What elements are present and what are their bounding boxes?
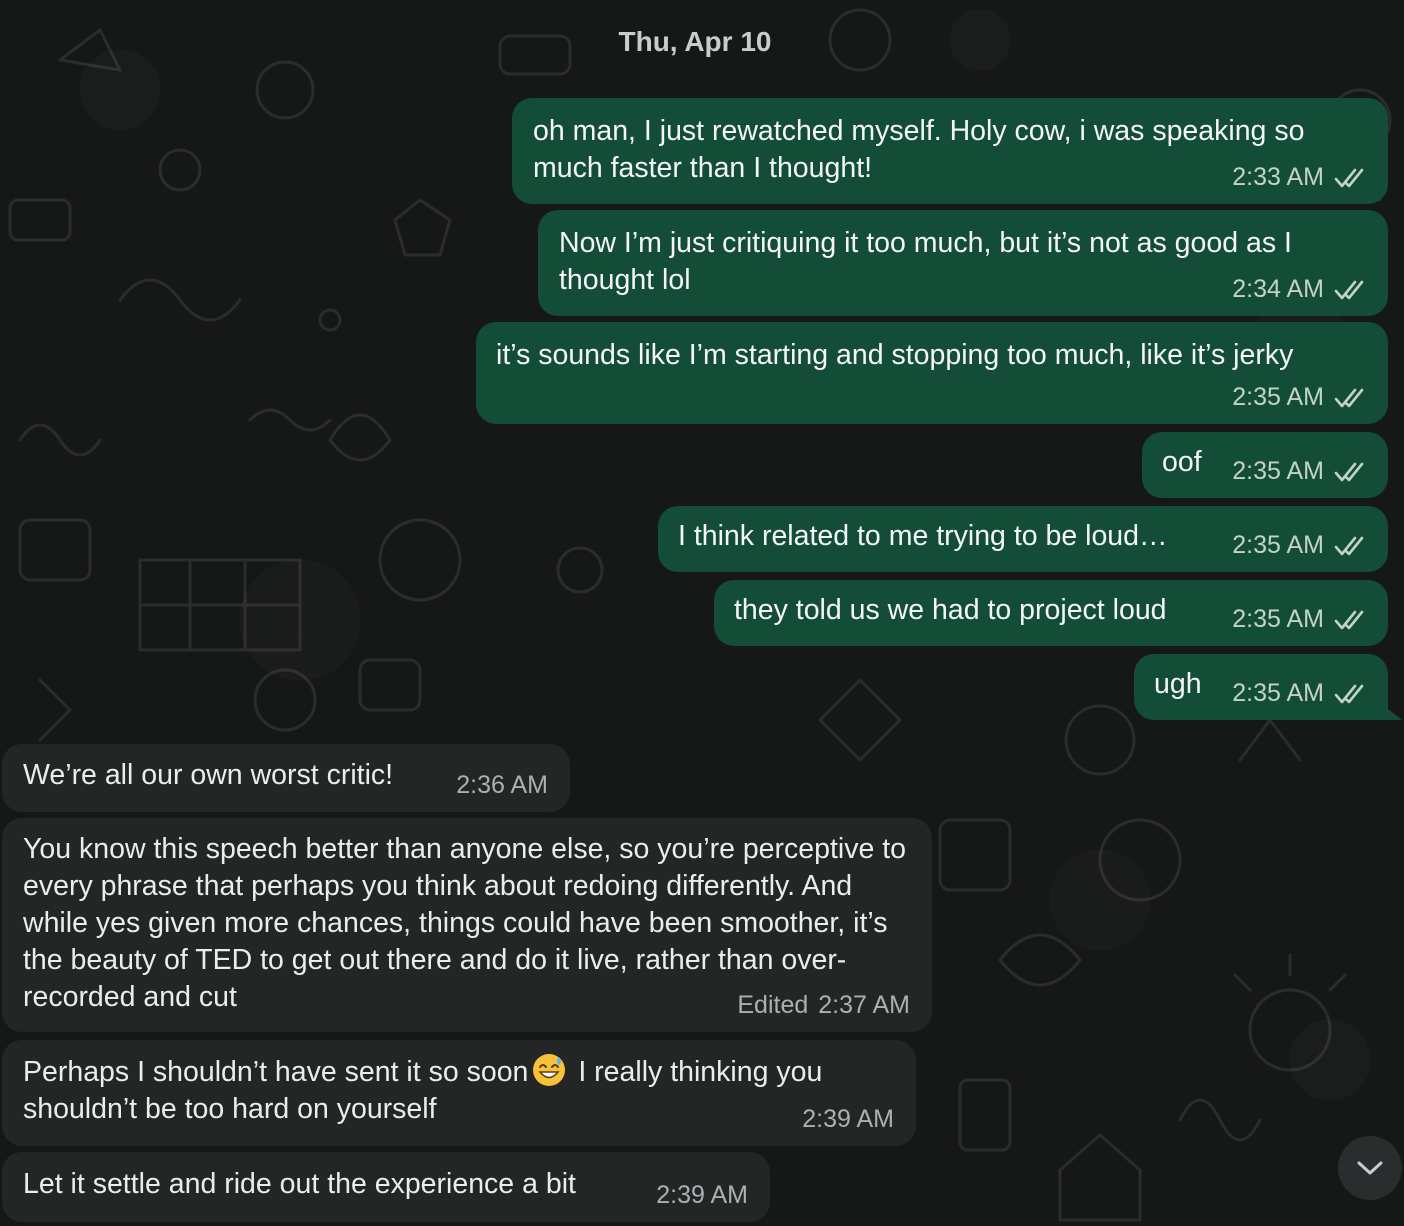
message-text: Perhaps I shouldn’t have sent it so soon… — [23, 1053, 896, 1128]
chevron-down-icon — [1357, 1161, 1383, 1175]
message-meta: 2:36 AM — [456, 767, 548, 804]
message-meta: 2:35 AM — [1232, 527, 1366, 564]
double-check-icon — [1334, 684, 1364, 703]
message-time: 2:36 AM — [456, 771, 548, 799]
chat-window[interactable]: Thu, Apr 10 oh man, I just rewatched mys… — [0, 0, 1404, 1226]
message-time: 2:37 AM — [818, 991, 910, 1019]
outgoing-message[interactable]: I think related to me trying to be loud…… — [658, 506, 1388, 572]
incoming-message[interactable]: You know this speech better than anyone … — [2, 818, 932, 1032]
message-meta: Edited 2:37 AM — [737, 987, 910, 1024]
outgoing-message[interactable]: it’s sounds like I’m starting and stoppi… — [476, 322, 1388, 424]
outgoing-message[interactable]: oof 2:35 AM — [1142, 432, 1388, 498]
double-check-icon — [1334, 280, 1364, 299]
outgoing-message[interactable]: they told us we had to project loud 2:35… — [714, 580, 1388, 646]
outgoing-message[interactable]: ugh 2:35 AM — [1134, 654, 1402, 720]
message-meta: 2:35 AM — [1232, 379, 1366, 416]
double-check-icon — [1334, 536, 1364, 555]
double-check-icon — [1334, 168, 1364, 187]
incoming-message[interactable]: Perhaps I shouldn’t have sent it so soon… — [2, 1040, 916, 1146]
incoming-message[interactable]: We’re all our own worst critic! 2:36 AM — [2, 744, 570, 812]
message-meta: 2:35 AM — [1232, 601, 1366, 638]
message-meta: 2:39 AM — [802, 1101, 894, 1138]
message-text: it’s sounds like I’m starting and stoppi… — [496, 339, 1294, 371]
grinning-face-with-sweat-icon — [533, 1054, 566, 1086]
message-meta: 2:34 AM — [1232, 271, 1366, 308]
message-time: 2:33 AM — [1232, 163, 1324, 191]
message-text: Let it settle and ride out the experienc… — [23, 1168, 576, 1200]
message-time: 2:39 AM — [656, 1181, 748, 1209]
outgoing-message[interactable]: Now I’m just critiquing it too much, but… — [538, 210, 1388, 316]
double-check-icon — [1334, 388, 1364, 407]
edited-label: Edited — [737, 991, 809, 1019]
message-time: 2:35 AM — [1232, 383, 1324, 411]
outgoing-message[interactable]: oh man, I just rewatched myself. Holy co… — [512, 98, 1388, 204]
message-text-part: Perhaps I shouldn’t have sent it so soon — [23, 1056, 529, 1088]
message-meta: 2:35 AM — [1232, 453, 1366, 490]
double-check-icon — [1334, 462, 1364, 481]
incoming-message[interactable]: Let it settle and ride out the experienc… — [2, 1152, 770, 1222]
message-time: 2:34 AM — [1232, 275, 1324, 303]
message-time: 2:35 AM — [1232, 679, 1324, 707]
message-meta: 2:39 AM — [656, 1177, 748, 1214]
date-separator: Thu, Apr 10 — [618, 26, 772, 57]
bubble-tail — [1384, 706, 1402, 720]
scroll-to-bottom-button[interactable] — [1338, 1136, 1402, 1200]
message-time: 2:39 AM — [802, 1105, 894, 1133]
message-time: 2:35 AM — [1232, 605, 1324, 633]
double-check-icon — [1334, 610, 1364, 629]
message-meta: 2:35 AM — [1232, 675, 1366, 712]
message-time: 2:35 AM — [1232, 531, 1324, 559]
message-meta: 2:33 AM — [1232, 159, 1366, 196]
message-time: 2:35 AM — [1232, 457, 1324, 485]
